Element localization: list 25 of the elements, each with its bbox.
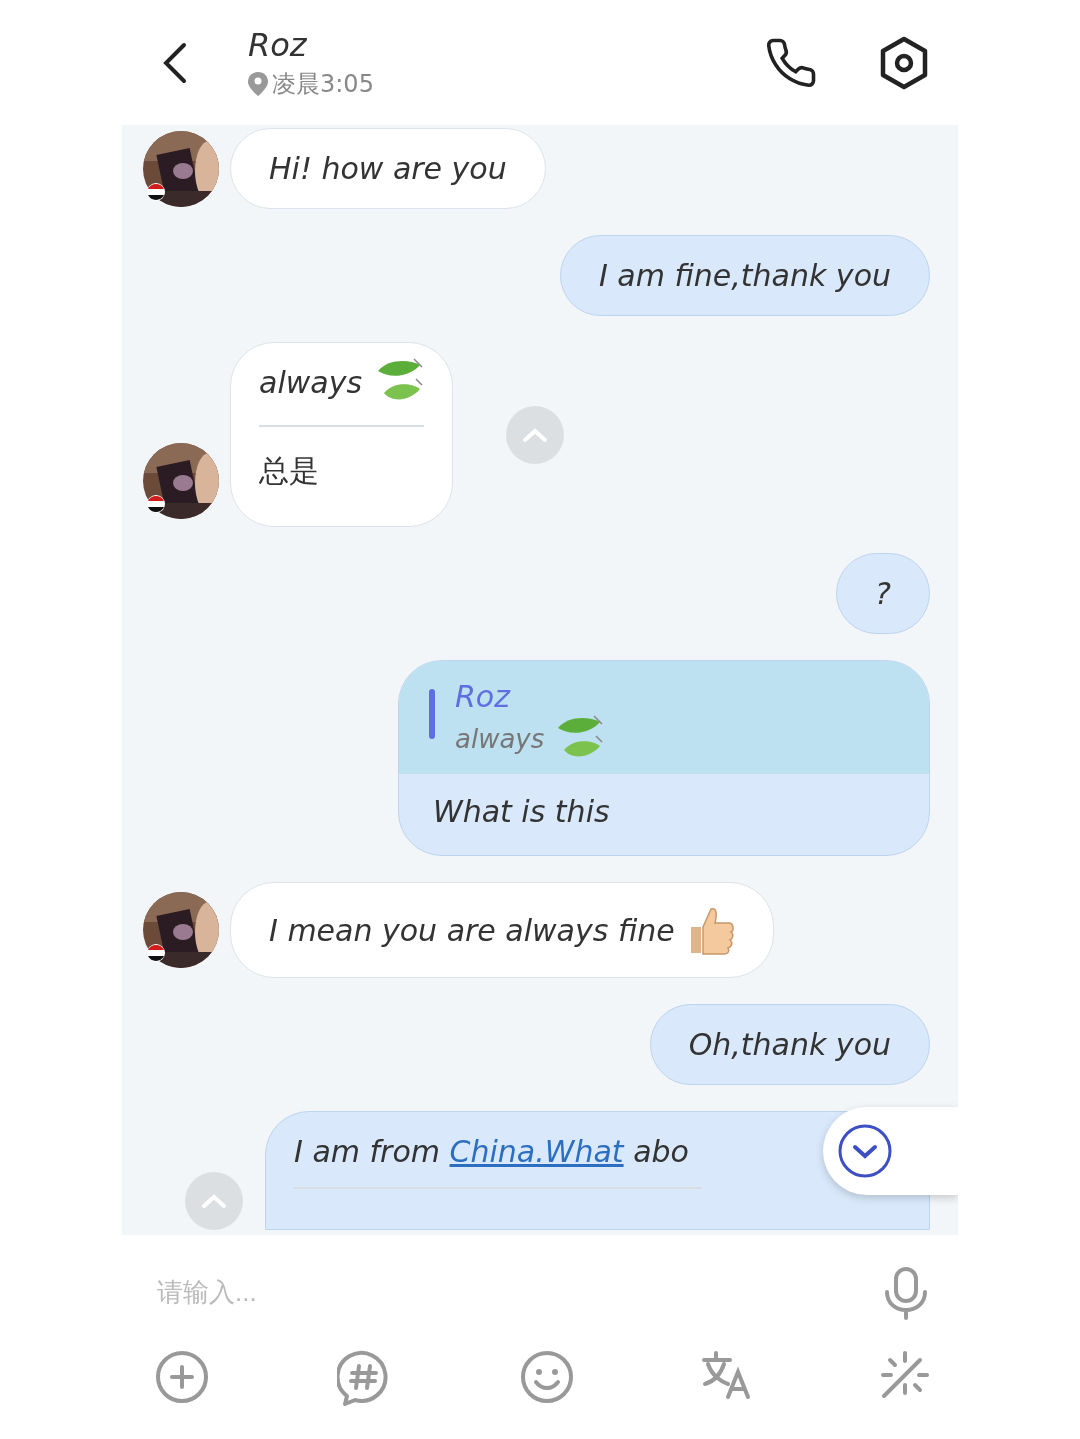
- chevron-up-icon: [200, 1192, 228, 1210]
- flag-icon: [147, 182, 165, 201]
- message-text: Oh,thank you: [688, 1027, 891, 1062]
- settings-icon[interactable]: [878, 35, 930, 90]
- contact-name: Roz: [248, 25, 308, 64]
- microphone-icon[interactable]: [882, 1265, 930, 1320]
- location-pin-icon: [248, 71, 268, 96]
- scroll-down-button[interactable]: [823, 1107, 958, 1195]
- flag-icon: [147, 495, 165, 513]
- translation-text: 总是: [259, 453, 319, 488]
- local-time: 凌晨3:05: [272, 68, 374, 100]
- link[interactable]: China.What: [449, 1134, 624, 1169]
- message-text: What is this: [433, 794, 610, 829]
- flag-icon: [147, 944, 165, 962]
- quote-text: always: [455, 724, 545, 754]
- message-text: I am fine,thank you: [598, 258, 891, 293]
- message-text: I am from China.What abo: [294, 1134, 689, 1169]
- message-text: always: [259, 364, 363, 400]
- smiley-icon[interactable]: [519, 1350, 574, 1406]
- quote-author: Roz: [455, 679, 512, 714]
- message-text: I mean you are always fine: [269, 912, 675, 948]
- message-text: ?: [875, 576, 891, 611]
- message-text: Hi! how are you: [269, 151, 507, 186]
- chevron-down-icon: [837, 1123, 893, 1179]
- add-icon[interactable]: [155, 1350, 209, 1406]
